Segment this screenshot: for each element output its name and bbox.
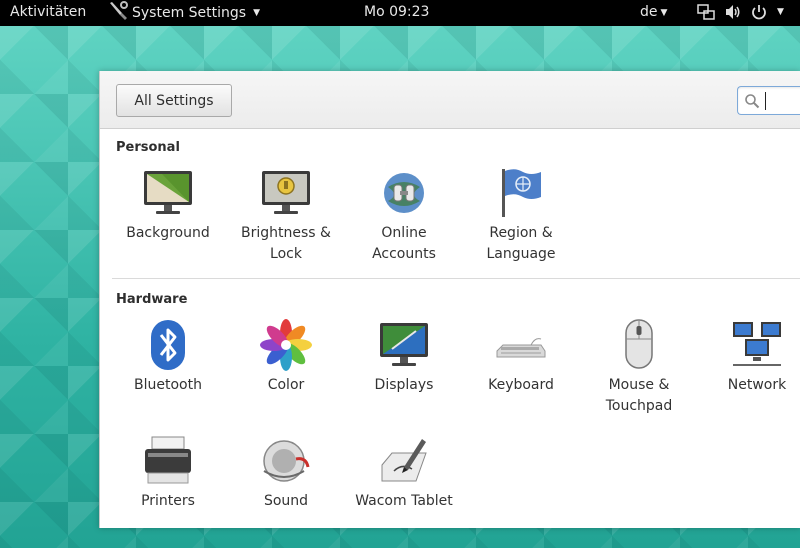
panel-label: Sound — [263, 493, 309, 509]
panel-sound[interactable]: Sound — [227, 435, 345, 512]
panel-displays[interactable]: Displays — [345, 319, 463, 396]
system-tray: ▼ — [697, 3, 784, 21]
panel-bluetooth[interactable]: Bluetooth — [109, 319, 227, 396]
panel-label: Keyboard — [488, 377, 554, 393]
panel-label: Printers — [141, 493, 195, 509]
panel-keyboard[interactable]: Keyboard — [462, 319, 580, 396]
app-menu[interactable]: System Settings ▼ — [108, 1, 260, 21]
region-language-icon — [502, 169, 541, 217]
panel-printers[interactable]: Printers — [109, 435, 227, 512]
brightness-lock-icon — [262, 171, 310, 214]
displays-icon — [380, 323, 428, 366]
top-bar: Aktivitäten System Settings ▼ Mo 09:23 de… — [0, 0, 800, 26]
panel-background[interactable]: Background — [109, 167, 227, 244]
system-settings-icon — [110, 1, 128, 20]
printers-icon — [145, 436, 191, 484]
panel-label: Displays — [374, 377, 434, 393]
online-accounts-icon — [384, 173, 424, 213]
search-input[interactable] — [737, 86, 800, 115]
keyboard-icon — [496, 338, 546, 358]
panel-label: Online Accounts — [372, 225, 436, 262]
section-divider — [112, 278, 800, 279]
chevron-down-icon: ▼ — [253, 7, 260, 18]
network-icon — [733, 322, 781, 366]
header-bar: All Settings — [100, 71, 800, 129]
language-indicator[interactable]: de ▼ — [640, 4, 667, 20]
panel-label: Bluetooth — [134, 377, 202, 393]
sound-icon — [263, 440, 310, 482]
bluetooth-icon — [151, 320, 185, 370]
language-label: de — [640, 4, 658, 20]
background-icon — [144, 171, 192, 214]
panel-brightness-lock[interactable]: Brightness & Lock — [227, 167, 345, 265]
clock[interactable]: Mo 09:23 — [364, 4, 429, 20]
text-cursor — [765, 92, 766, 110]
volume-icon[interactable] — [725, 3, 741, 21]
network-status-icon[interactable] — [697, 3, 715, 21]
panel-network[interactable]: Network — [698, 319, 800, 396]
search-icon — [745, 94, 760, 109]
mouse-touchpad-icon — [625, 319, 653, 369]
all-settings-button[interactable]: All Settings — [116, 84, 232, 117]
panel-mouse-touchpad[interactable]: Mouse & Touchpad — [580, 319, 698, 417]
activities-button[interactable]: Aktivitäten — [10, 4, 86, 20]
panel-label: Region & Language — [486, 225, 556, 262]
panel-color[interactable]: Color — [227, 319, 345, 396]
panel-label: Mouse & Touchpad — [605, 377, 673, 414]
panel-label: Background — [126, 225, 210, 241]
panel-label: Wacom Tablet — [355, 493, 453, 509]
section-title-personal: Personal — [116, 140, 180, 155]
power-icon[interactable] — [751, 3, 767, 21]
panel-online-accounts[interactable]: Online Accounts — [345, 167, 463, 265]
color-icon — [260, 319, 312, 371]
app-menu-label: System Settings — [132, 4, 247, 21]
chevron-down-icon[interactable]: ▼ — [777, 7, 784, 17]
panel-label: Brightness & Lock — [241, 225, 331, 262]
panel-label: Network — [727, 377, 787, 393]
chevron-down-icon: ▼ — [660, 8, 668, 18]
section-title-hardware: Hardware — [116, 292, 188, 307]
wacom-tablet-icon — [381, 439, 427, 482]
panel-label: Color — [267, 377, 305, 393]
panel-region-language[interactable]: Region & Language — [462, 167, 580, 265]
panel-wacom-tablet[interactable]: Wacom Tablet — [345, 435, 463, 512]
settings-window: All Settings Personal Background Brightn… — [99, 71, 800, 528]
